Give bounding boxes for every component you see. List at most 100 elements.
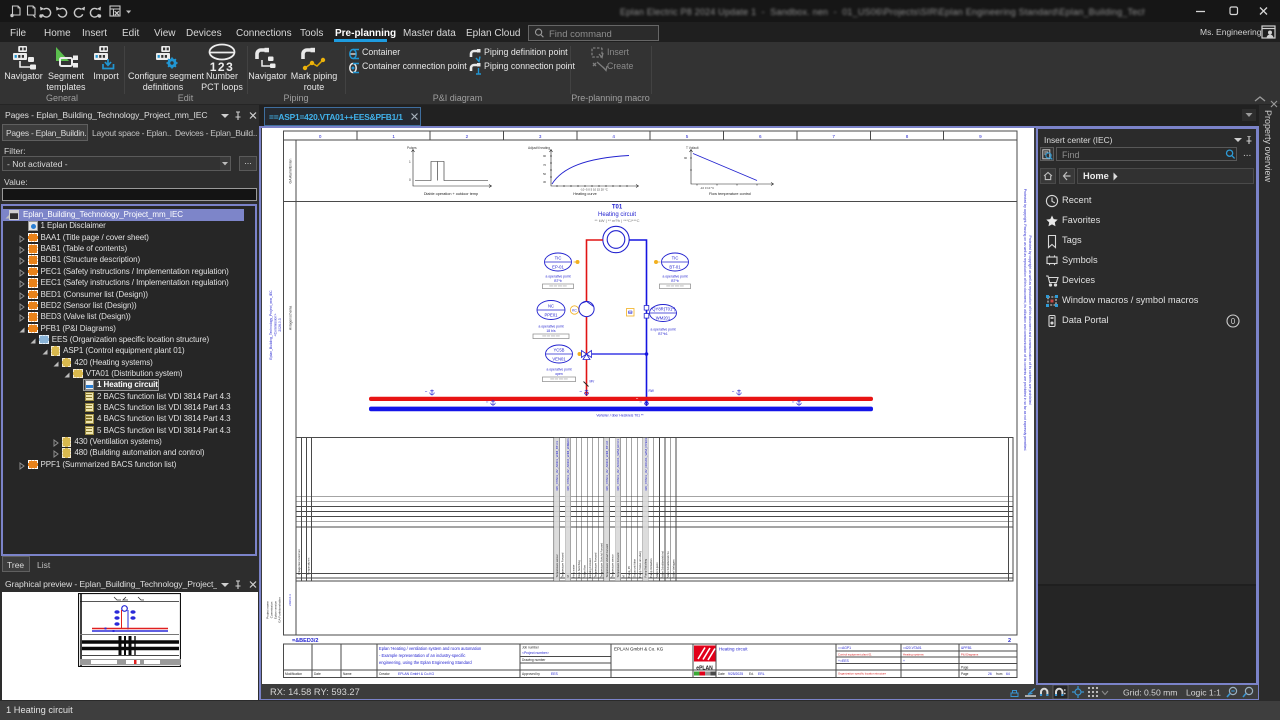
svg-text:Date: Date [718, 672, 725, 676]
svg-text:0: 0 [409, 178, 411, 182]
svg-text:** kW | ** m³/h | ***C/***C: ** kW | ** m³/h | ***C/***C [595, 218, 640, 223]
svg-text:EP-01: EP-01 [552, 265, 564, 270]
svg-text:KC: KC [572, 309, 577, 313]
svg-text:Valve Verlagem: Valve Verlagem [671, 560, 675, 578]
svg-text:Temperature Forward: Temperature Forward [616, 552, 620, 577]
svg-text:Logic 1:1: Logic 1:1 [1186, 688, 1221, 698]
svg-text:Pulses: Pulses [407, 146, 417, 150]
svg-text:Temperature sensor: Temperature sensor [555, 554, 559, 577]
svg-text:**** *** **** ****: **** *** **** **** [666, 285, 683, 289]
svg-text:a operative point: a operative point [650, 328, 675, 332]
svg-text:open: open [555, 372, 563, 376]
svg-text:Page: Page [961, 672, 969, 676]
svg-text:Eplan_Building_Technology_Proj: Eplan_Building_Technology_Project_mm_IEC [269, 290, 273, 360]
svg-text:Modification: Modification [285, 672, 302, 676]
svg-text:-10 0 10 °C: -10 0 10 °C [700, 186, 714, 190]
svg-text:&PFB1: &PFB1 [961, 646, 972, 650]
svg-text:Adjust/t heating: Adjust/t heating [528, 146, 550, 150]
svg-text:TIC: TIC [555, 256, 562, 261]
svg-text:+: + [903, 659, 905, 663]
svg-text:**** *** **** ****: **** *** **** **** [542, 335, 559, 339]
svg-text:P&I Diagrams: P&I Diagrams [961, 653, 979, 657]
svg-text:engineering, using the Eplan E: engineering, using the Eplan Engineering… [379, 660, 472, 665]
svg-text:Drawing number: Drawing number [522, 658, 546, 662]
svg-text:+=EES: +=EES [838, 659, 849, 663]
svg-text:BT*b: BT*b [554, 279, 562, 283]
svg-text:Temperature Forward: Temperature Forward [594, 552, 598, 577]
svg-text:50: 50 [543, 172, 547, 176]
svg-text:Valve 3-point: Valve 3-point [655, 562, 659, 577]
svg-text:Temperature sensor: Temperature sensor [610, 554, 614, 577]
svg-text:Temperature Switchd Forward: Temperature Switchd Forward [599, 542, 603, 577]
svg-text:Flow temperature control: Flow temperature control [709, 192, 751, 196]
svg-text:TIC: TIC [672, 256, 679, 261]
svg-text:Verteiler / über Heizkreis T01: Verteiler / über Heizkreis T01 ** [596, 414, 644, 418]
svg-text:8: 8 [906, 134, 909, 139]
svg-text:Pump Switching: Pump Switching [644, 558, 648, 577]
svg-text:70: 70 [543, 163, 547, 167]
svg-text:**** *** **** ****: **** *** **** **** [549, 285, 566, 289]
svg-text:BT*b1: BT*b1 [658, 332, 668, 336]
svg-text:Flow Switching: Flow Switching [577, 560, 581, 578]
svg-text:Heating circuit: Heating circuit [719, 647, 748, 652]
svg-text:Protected by copyright. Passin: Protected by copyright. Passing on as we… [1023, 189, 1027, 452]
svg-text:Control equipment plant 01: Control equipment plant 01 [838, 653, 872, 657]
svg-text:EES: EES [551, 672, 559, 676]
svg-text:2: 2 [1008, 638, 1011, 644]
svg-text:0: 0 [319, 134, 322, 139]
svg-text:420_VTA01_AV_DOU01_WIM_PPE01: 420_VTA01_AV_DOU01_WIM_PPE01 [644, 438, 648, 491]
svg-text:18 b/s: 18 b/s [546, 329, 556, 333]
svg-text:6: 6 [759, 134, 762, 139]
svg-text:Organization specific location: Organization specific location structure [838, 672, 886, 676]
svg-text:T01: T01 [612, 205, 623, 211]
svg-text:30: 30 [543, 180, 547, 184]
svg-text:Protected by copyright as well: Protected by copyright as well as reprod… [1028, 235, 1032, 404]
svg-text:- Example representation of an: - Example representation of an industry-… [379, 653, 465, 658]
svg-text:a operative point: a operative point [546, 368, 571, 372]
svg-text:Heat meter: Heat meter [572, 565, 576, 578]
svg-text:Heating curve: Heating curve [573, 192, 596, 196]
svg-text:WM201: WM201 [656, 316, 671, 321]
svg-text:0: 0 [1231, 317, 1236, 326]
svg-text:3: 3 [539, 134, 542, 139]
svg-text:Name: Name [343, 672, 352, 676]
svg-text:Creator: Creator [379, 672, 391, 676]
svg-text:MV: MV [590, 380, 596, 384]
svg-text:Grid: 0.50 mm: Grid: 0.50 mm [1123, 688, 1177, 698]
svg-text:4: 4 [612, 134, 615, 139]
svg-text:Status unit false: Status unit false [633, 558, 637, 577]
svg-text:Page: Page [961, 666, 969, 670]
svg-text:420_VTA01_AV_AIN01_WIM_BT-01: 420_VTA01_AV_AIN01_WIM_BT-01 [555, 441, 559, 491]
svg-text:Job number: Job number [522, 646, 540, 650]
svg-text:**: ** [425, 390, 428, 394]
svg-text:Temperaturen: Temperaturen [307, 557, 311, 575]
svg-text:RW: RW [649, 389, 654, 393]
svg-text:9: 9 [979, 134, 982, 139]
svg-text:123: 123 [210, 60, 235, 74]
svg-text:420_VTA01_AV_AOU01_WIM_EP-01: 420_VTA01_AV_AOU01_WIM_EP-01 [616, 439, 620, 491]
svg-text:Approved by: Approved by [522, 672, 540, 676]
svg-text:64: 64 [1006, 672, 1010, 676]
svg-text:2: 2 [466, 134, 469, 139]
svg-text:==AGP1: ==AGP1 [838, 646, 851, 650]
svg-text:7: 7 [832, 134, 835, 139]
svg-text:Anlagenschema: Anlagenschema [289, 306, 293, 330]
svg-text:Heating systems: Heating systems [903, 653, 924, 657]
svg-text:Date: Date [314, 672, 321, 676]
svg-text:=420.VTA01: =420.VTA01 [903, 646, 922, 650]
svg-text:ERL: ERL [758, 672, 765, 676]
svg-text:M: M [621, 575, 625, 577]
svg-text:Pump Status am alterg: Pump Status am alterg [638, 551, 642, 578]
svg-text:a operative point: a operative point [538, 325, 563, 329]
svg-text:1: 1 [409, 160, 411, 164]
svg-text:ePLAN: ePLAN [696, 666, 713, 672]
svg-text:90: 90 [543, 154, 547, 158]
svg-text:5: 5 [686, 134, 689, 139]
svg-text:PPE01: PPE01 [544, 313, 558, 318]
svg-text:EPLAN GmbH & Co.KG: EPLAN GmbH & Co.KG [398, 672, 435, 676]
svg-text:Volum flow: Volum flow [583, 565, 587, 578]
svg-text:Eplan 'Heating / ventilation s: Eplan 'Heating / ventilation system and … [379, 646, 482, 651]
svg-text:BT*b: BT*b [671, 279, 679, 283]
svg-text:=&BED3/2: =&BED3/2 [292, 638, 318, 644]
svg-text:T Vofault: T Vofault [686, 146, 699, 150]
